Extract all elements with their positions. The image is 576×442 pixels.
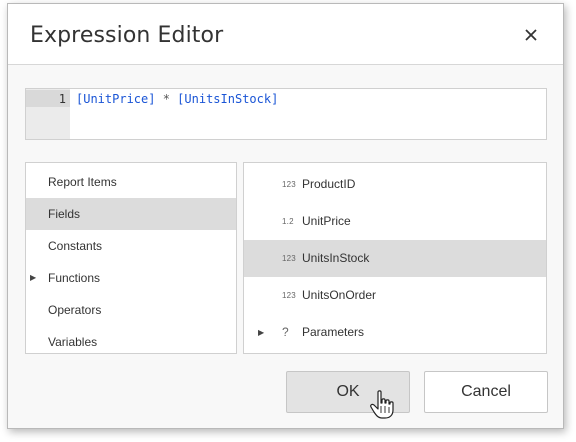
category-item-fields[interactable]: Fields xyxy=(26,198,236,230)
category-item-operators[interactable]: Operators xyxy=(26,294,236,326)
ok-button[interactable]: OK xyxy=(286,371,410,413)
category-item-constants[interactable]: Constants xyxy=(26,230,236,262)
expand-arrow-icon[interactable]: ▶ xyxy=(258,314,264,351)
category-label: Fields xyxy=(48,207,81,221)
category-label: Constants xyxy=(48,239,103,253)
field-item-productid[interactable]: 123 ProductID xyxy=(244,166,546,203)
close-icon xyxy=(525,29,537,41)
field-label: Parameters xyxy=(302,325,365,339)
field-label: UnitPrice xyxy=(302,214,351,228)
field-token: [UnitsInStock] xyxy=(177,92,279,106)
line-number-gutter: 1 xyxy=(26,89,70,139)
category-list: Report Items Fields Constants ▶ Function… xyxy=(25,162,237,354)
field-item-parameters[interactable]: ▶ ? Parameters xyxy=(244,314,546,351)
category-label: Operators xyxy=(48,303,102,317)
field-label: ProductID xyxy=(302,177,356,191)
field-label: UnitsOnOrder xyxy=(302,288,377,302)
expression-code-editor[interactable]: 1 [UnitPrice] * [UnitsInStock] xyxy=(25,88,547,140)
category-label: Functions xyxy=(48,271,101,285)
decimal-type-icon: 1.2 xyxy=(282,217,294,226)
field-list: 123 ProductID 1.2 UnitPrice 123 UnitsInS… xyxy=(243,162,547,354)
field-label: UnitsInStock xyxy=(302,251,370,265)
dialog-title: Expression Editor xyxy=(30,23,224,48)
field-item-unitsonorder[interactable]: 123 UnitsOnOrder xyxy=(244,277,546,314)
expression-text[interactable]: [UnitPrice] * [UnitsInStock] xyxy=(76,92,278,106)
field-item-unitsinstock[interactable]: 123 UnitsInStock xyxy=(244,240,546,277)
category-item-variables[interactable]: Variables xyxy=(26,326,236,353)
integer-type-icon: 123 xyxy=(282,291,296,300)
expand-arrow-icon[interactable]: ▶ xyxy=(30,262,36,294)
expression-editor-dialog: Expression Editor 1 [UnitPrice] * [Units… xyxy=(7,3,564,429)
integer-type-icon: 123 xyxy=(282,180,296,189)
category-label: Variables xyxy=(48,335,98,349)
dialog-header: Expression Editor xyxy=(8,4,563,65)
cancel-button[interactable]: Cancel xyxy=(424,371,548,413)
category-item-functions[interactable]: ▶ Functions xyxy=(26,262,236,294)
line-number: 1 xyxy=(58,92,66,106)
category-label: Report Items xyxy=(48,175,117,189)
parameter-type-icon: ? xyxy=(282,325,289,339)
category-item-report-items[interactable]: Report Items xyxy=(26,166,236,198)
operator-token: * xyxy=(155,92,178,106)
integer-type-icon: 123 xyxy=(282,254,296,263)
field-item-unitprice[interactable]: 1.2 UnitPrice xyxy=(244,203,546,240)
field-token: [UnitPrice] xyxy=(76,92,156,106)
close-button[interactable] xyxy=(522,26,542,46)
